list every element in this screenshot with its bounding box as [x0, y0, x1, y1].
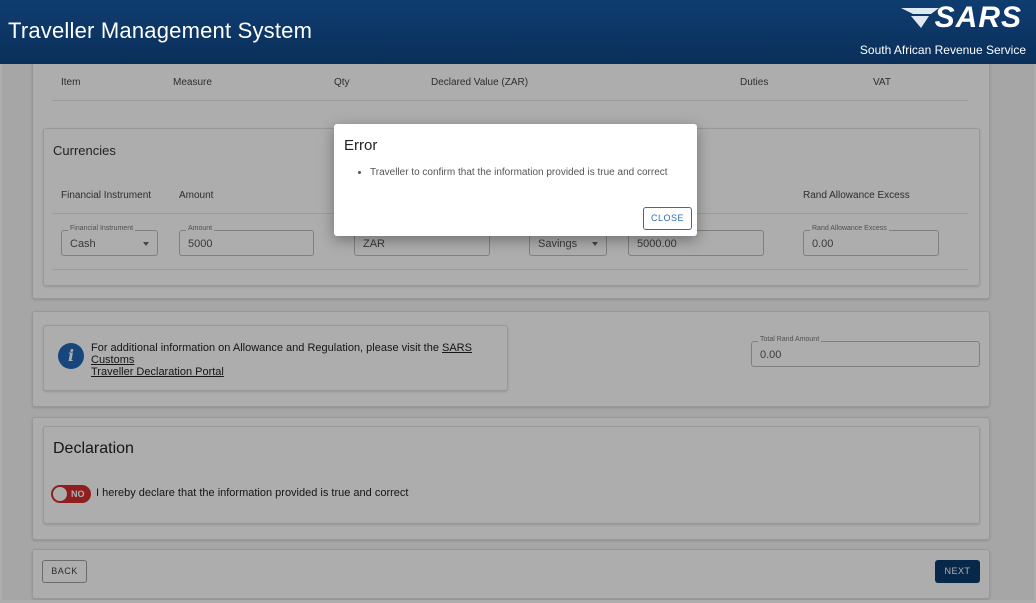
close-button[interactable]: CLOSE	[643, 207, 692, 230]
bullet-icon	[358, 171, 361, 174]
dialog-title: Error	[344, 137, 378, 154]
sars-logo-subtitle: South African Revenue Service	[859, 43, 1026, 57]
app-header: Traveller Management System SARS South A…	[0, 0, 1036, 64]
dialog-message: Traveller to confirm that the informatio…	[370, 167, 668, 178]
sars-logo: SARS	[934, 1, 1022, 34]
app-title: Traveller Management System	[8, 18, 313, 43]
error-dialog: Error Traveller to confirm that the info…	[334, 124, 697, 236]
